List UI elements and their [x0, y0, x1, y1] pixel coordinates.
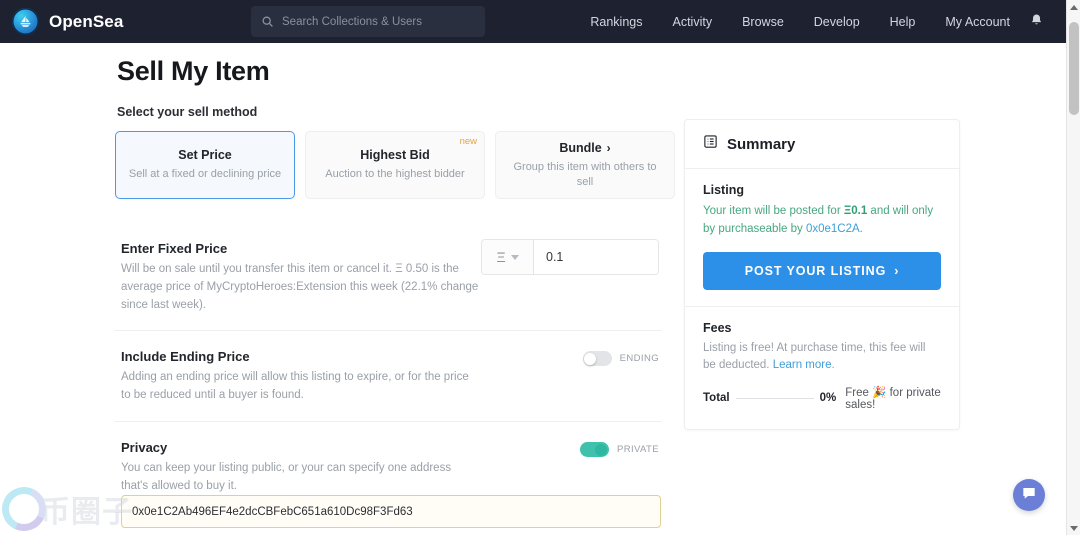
total-leader-line [735, 397, 814, 399]
fees-divider [685, 305, 959, 307]
sell-method-bundle-desc: Group this item with others to sell [513, 161, 657, 188]
page-subtitle: Select your sell method [117, 105, 258, 119]
sell-method-set-price[interactable]: Set Price Sell at a fixed or declining p… [115, 131, 295, 199]
total-note: Free 🎉 for private sales! [845, 385, 941, 411]
chevron-right-icon: › [606, 141, 611, 156]
sell-method-highest-bid-title: Highest Bid [360, 148, 430, 163]
row-ending-price: Include Ending Price Adding an ending pr… [115, 331, 661, 423]
sell-method-selector: Set Price Sell at a fixed or declining p… [115, 131, 675, 199]
fees-description: Listing is free! At purchase time, this … [703, 340, 941, 376]
search-icon [261, 15, 274, 28]
post-listing-label: POST YOUR LISTING [744, 263, 887, 278]
listing-description: Your item will be posted for Ξ0.1 and wi… [703, 203, 941, 239]
brand-home-link[interactable]: OpenSea [12, 8, 123, 35]
listing-heading: Listing [703, 183, 744, 197]
summary-title: Summary [727, 135, 796, 153]
brand-name: OpenSea [49, 11, 124, 31]
listing-address: 0x0e1C2A [805, 222, 860, 235]
nav-link-develop[interactable]: Develop [814, 15, 860, 29]
ending-price-toggle-label: ENDING [619, 353, 659, 365]
new-badge: new [459, 136, 477, 147]
nav-link-help[interactable]: Help [890, 15, 916, 29]
page-title: Sell My Item [117, 56, 270, 86]
privacy-address-wrap [121, 495, 661, 528]
nav-link-rankings[interactable]: Rankings [590, 15, 642, 29]
bell-icon[interactable] [1029, 13, 1044, 33]
sell-method-set-price-desc: Sell at a fixed or declining price [128, 168, 282, 181]
search-input[interactable] [282, 15, 472, 28]
chevron-right-icon: › [894, 263, 900, 278]
search-box[interactable] [251, 6, 485, 37]
toggle-knob [595, 443, 608, 456]
ending-price-toggle[interactable] [582, 351, 612, 367]
post-listing-button[interactable]: POST YOUR LISTING › [703, 251, 941, 290]
price-input[interactable] [534, 240, 658, 274]
scroll-up-arrow-icon[interactable] [1067, 0, 1080, 14]
sell-method-set-price-title: Set Price [178, 148, 232, 163]
privacy-address-input[interactable] [121, 495, 661, 528]
chat-bubble-icon [1021, 485, 1037, 506]
sell-method-bundle-title: Bundle › [559, 141, 610, 155]
list-document-icon [703, 134, 718, 154]
party-popper-icon: 🎉 [872, 387, 887, 400]
sailboat-icon [12, 8, 39, 35]
scrollbar-thumb[interactable] [1069, 22, 1079, 115]
summary-header: Summary [703, 134, 941, 168]
sell-method-bundle-label: Bundle [559, 141, 602, 156]
fees-total-row: Total 0% Free 🎉 for private sales! [703, 385, 941, 411]
privacy-toggle-label: PRIVATE [616, 444, 659, 456]
nav-link-my-account[interactable]: My Account [945, 15, 1010, 29]
toggle-knob [584, 352, 597, 365]
page-content: Sell My Item Select your sell method Set… [0, 43, 1066, 535]
summary-panel: Summary Listing Your item will be posted… [684, 119, 960, 431]
sell-form: Enter Fixed Price Will be on sale until … [115, 223, 661, 513]
learn-more-link[interactable]: Learn more [773, 359, 832, 371]
listing-text-before: Your item will be posted for [703, 205, 844, 217]
top-navigation-bar: OpenSea Rankings Activity Browse Develop… [0, 0, 1066, 43]
privacy-toggle-wrap: PRIVATE [579, 442, 659, 458]
chat-widget-button[interactable] [1013, 479, 1045, 511]
total-note-before: Free [845, 387, 873, 400]
app-root: OpenSea Rankings Activity Browse Develop… [0, 0, 1080, 535]
total-percent: 0% [819, 392, 837, 405]
fixed-price-desc: Will be on sale until you transfer this … [121, 263, 479, 311]
sell-method-bundle[interactable]: Bundle › Group this item with others to … [495, 131, 675, 199]
sell-method-highest-bid-desc: Auction to the highest bidder [325, 168, 465, 181]
price-control: Ξ [481, 239, 659, 275]
summary-divider [685, 168, 959, 169]
privacy-desc: You can keep your listing public, or you… [121, 462, 452, 492]
scroll-down-arrow-icon[interactable] [1067, 521, 1080, 535]
total-label: Total [703, 392, 730, 405]
chevron-down-icon [510, 254, 519, 260]
fees-desc-after: . [831, 359, 835, 372]
sell-method-highest-bid[interactable]: new Highest Bid Auction to the highest b… [305, 131, 485, 199]
nav-links: Rankings Activity Browse Develop Help My… [590, 0, 1010, 43]
page-scrollbar[interactable] [1066, 0, 1080, 535]
eth-symbol-icon: Ξ [496, 249, 506, 265]
privacy-toggle[interactable] [579, 442, 609, 458]
listing-text-after: . [859, 222, 863, 235]
ending-price-toggle-wrap: ENDING [582, 351, 659, 367]
nav-link-activity[interactable]: Activity [673, 15, 713, 29]
nav-link-browse[interactable]: Browse [742, 15, 784, 29]
ending-price-label: Include Ending Price [121, 349, 250, 365]
fees-heading: Fees [703, 320, 732, 335]
currency-selector[interactable]: Ξ [482, 240, 534, 274]
row-fixed-price: Enter Fixed Price Will be on sale until … [115, 223, 661, 332]
listing-price: Ξ0.1 [843, 205, 868, 217]
ending-price-desc: Adding an ending price will allow this l… [121, 371, 469, 402]
